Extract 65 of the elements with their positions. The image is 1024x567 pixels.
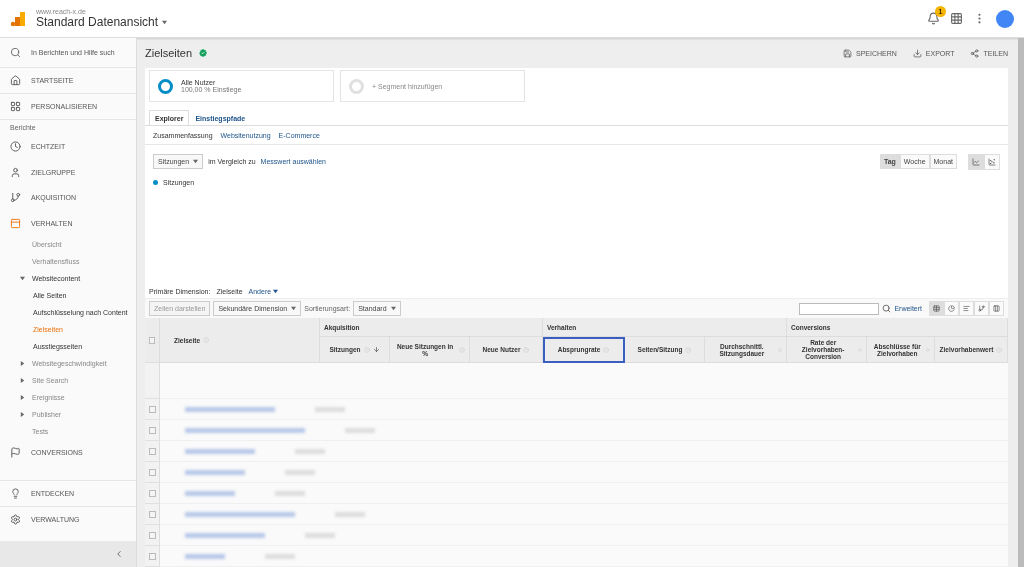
- person-icon: [10, 166, 21, 178]
- row-checkbox[interactable]: [148, 510, 156, 518]
- sort-arrow-icon[interactable]: [372, 346, 380, 353]
- clock-icon: [10, 141, 21, 153]
- blurred-content: [185, 469, 245, 475]
- search-icon[interactable]: [882, 304, 892, 313]
- row-checkbox[interactable]: [148, 405, 156, 413]
- search-icon: [10, 47, 21, 58]
- download-icon: [912, 48, 922, 58]
- scatter-icon[interactable]: [984, 153, 1000, 170]
- view-selector[interactable]: Standard Datenansicht: [36, 15, 168, 29]
- blurred-content: [315, 406, 345, 412]
- blurred-content: [265, 553, 295, 559]
- table-icon[interactable]: [929, 301, 944, 316]
- caret-right-icon: [20, 378, 25, 383]
- row-checkbox[interactable]: [148, 552, 156, 560]
- row-checkbox[interactable]: [148, 468, 156, 476]
- bar-list-icon[interactable]: [959, 301, 974, 316]
- blurred-content: [305, 532, 335, 538]
- columns-icon[interactable]: [989, 301, 1004, 316]
- caret-down-icon: [273, 288, 279, 294]
- blurred-content: [335, 511, 365, 517]
- pie-chart-icon[interactable]: [944, 301, 959, 316]
- chevron-left-icon: [114, 549, 124, 559]
- verified-icon: [198, 48, 209, 58]
- blurred-content: [345, 427, 375, 433]
- row-checkbox[interactable]: [148, 447, 156, 455]
- flag-icon: [10, 447, 21, 459]
- caret-down-icon: [20, 276, 25, 281]
- caret-right-icon: [20, 361, 25, 366]
- blurred-content: [185, 553, 225, 559]
- row-checkbox[interactable]: [148, 426, 156, 434]
- logo-icon: [10, 10, 26, 27]
- share-icon: [970, 48, 980, 58]
- avatar[interactable]: [996, 9, 1014, 28]
- branch-icon: [10, 192, 21, 204]
- blurred-content: [275, 490, 305, 496]
- caret-down-icon: [162, 19, 168, 25]
- report-title: Zielseiten: [145, 47, 193, 59]
- window-icon: [10, 217, 21, 229]
- lightbulb-icon: [10, 487, 21, 499]
- branch-icon[interactable]: [974, 301, 989, 316]
- table-search-field[interactable]: [799, 302, 880, 315]
- save-icon: [843, 48, 852, 58]
- row-checkbox[interactable]: [148, 489, 156, 497]
- home-icon: [10, 75, 21, 86]
- select-all-checkbox[interactable]: [149, 336, 155, 344]
- blurred-content: [295, 448, 325, 454]
- apps-icon[interactable]: [950, 12, 963, 25]
- blurred-content: [185, 448, 255, 454]
- blurred-content: [185, 490, 235, 496]
- notification-bell-icon[interactable]: [927, 12, 940, 25]
- grid-icon: [10, 101, 21, 112]
- legend-dot: [153, 179, 158, 185]
- caret-down-icon: [390, 306, 396, 311]
- blurred-content: [285, 469, 315, 475]
- caret-right-icon: [20, 395, 25, 400]
- caret-down-icon: [193, 159, 199, 164]
- row-checkbox[interactable]: [148, 531, 156, 539]
- collapse-bar[interactable]: [0, 541, 136, 567]
- caret-down-icon: [291, 306, 297, 311]
- line-chart-icon[interactable]: [968, 153, 984, 170]
- caret-right-icon: [20, 412, 25, 417]
- notification-badge: 1: [935, 6, 946, 17]
- settings-icon: [10, 513, 21, 525]
